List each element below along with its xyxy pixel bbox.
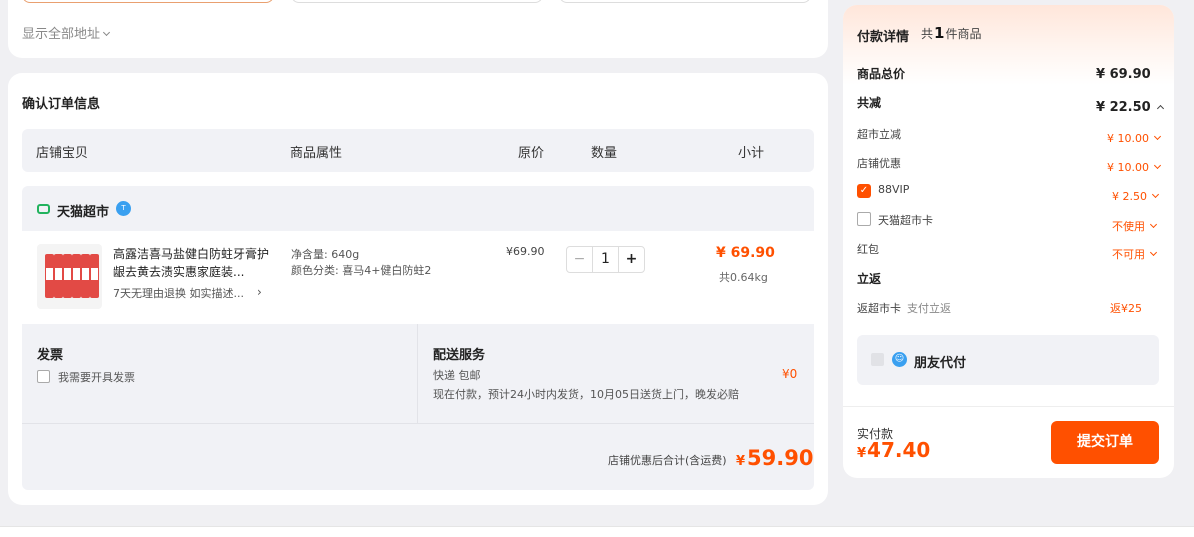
rebate-value: 返¥25	[1110, 302, 1142, 315]
item-weight: 共0.64kg	[719, 271, 768, 284]
chevron-right-icon[interactable]: ›	[257, 285, 262, 299]
discount-value: 不可用	[1112, 248, 1145, 261]
address-option[interactable]	[291, 0, 543, 3]
checkbox-checked-icon[interactable]: ✓	[857, 184, 871, 198]
address-card	[8, 0, 828, 58]
friend-pay-checkbox[interactable]	[871, 353, 884, 366]
invoice-option-label[interactable]: 我需要开具发票	[58, 369, 135, 385]
address-option[interactable]	[559, 0, 811, 3]
table-header	[22, 129, 814, 172]
payment-title: 付款详情	[857, 30, 910, 45]
chevron-down-icon	[102, 28, 111, 37]
discount-value: ¥ 10.00	[1107, 161, 1149, 174]
discount-label: 88VIP	[878, 183, 910, 196]
count-suffix: 件商品	[945, 27, 982, 41]
increase-button[interactable]: +	[618, 247, 644, 272]
goods-total-value: ¥ 69.90	[1096, 67, 1151, 82]
chevron-down-icon	[1153, 132, 1162, 141]
discount-label: 超市立减	[857, 128, 901, 141]
quantity-stepper: − 1 +	[566, 246, 645, 273]
reduce-toggle[interactable]: ¥ 22.50	[1096, 96, 1164, 115]
discount-card[interactable]: 不使用	[1112, 215, 1158, 234]
quantity-value[interactable]: 1	[593, 247, 618, 272]
item-count: 共1件商品	[921, 24, 981, 42]
friend-pay-label: 朋友代付	[914, 356, 967, 371]
divider	[417, 324, 418, 423]
discount-supermarket[interactable]: ¥ 10.00	[1107, 127, 1162, 146]
shop-total-value: 59.90	[747, 446, 814, 470]
currency-symbol: ¥	[736, 454, 746, 469]
rebate-label: 返超市卡	[857, 302, 901, 315]
submit-order-button[interactable]: 提交订单	[1051, 421, 1159, 464]
discount-value: ¥ 2.50	[1112, 190, 1147, 203]
header-shop-item: 店铺宝贝	[36, 146, 89, 161]
paid-amount-value: 47.40	[867, 438, 931, 462]
show-all-addresses-link[interactable]: 显示全部地址	[22, 23, 111, 42]
chevron-down-icon	[1151, 190, 1160, 199]
order-title: 确认订单信息	[22, 97, 101, 112]
chevron-down-icon	[1149, 248, 1158, 257]
attr-color: 颜色分类: 喜马4+健白防蛀2	[291, 264, 432, 277]
chevron-down-icon	[1153, 161, 1162, 170]
count-prefix: 共	[921, 27, 934, 41]
discount-88vip[interactable]: ¥ 2.50	[1112, 185, 1160, 204]
discount-label: 天猫超市卡	[878, 214, 933, 227]
currency-symbol: ¥	[857, 446, 867, 461]
service-tags: 7天无理由退换 如实描述...	[113, 287, 244, 300]
reduce-value: ¥ 22.50	[1096, 100, 1151, 115]
item-subtotal: ¥ 69.90	[716, 245, 775, 261]
product-title[interactable]: 高露洁喜马盐健白防蛀牙膏护龈去黄去渍实惠家庭装...	[113, 245, 273, 281]
discount-value: ¥ 10.00	[1107, 132, 1149, 145]
attr-net-content: 净含量: 640g	[291, 248, 360, 261]
discount-label: 店铺优惠	[857, 157, 901, 170]
card-checkbox[interactable]	[857, 212, 871, 226]
invoice-title: 发票	[37, 348, 64, 363]
shop-total: ¥59.90	[736, 446, 813, 470]
rebate-title: 立返	[857, 272, 882, 286]
original-price: ¥69.90	[506, 245, 545, 258]
reduce-label: 共减	[857, 96, 882, 110]
delivery-method: 快递 包邮	[433, 369, 481, 382]
friend-pay-icon: ☺	[892, 352, 907, 367]
discount-value: 不使用	[1112, 220, 1145, 233]
divider	[22, 423, 814, 424]
chevron-up-icon	[1156, 104, 1164, 113]
count-value: 1	[934, 24, 945, 42]
invoice-checkbox[interactable]	[37, 370, 50, 383]
delivery-title: 配送服务	[433, 348, 486, 363]
chevron-down-icon	[1149, 220, 1158, 229]
discount-label: 红包	[857, 243, 879, 256]
tmall-icon	[37, 204, 50, 214]
address-option-selected[interactable]	[22, 0, 274, 3]
header-attrs: 商品属性	[290, 146, 343, 161]
header-price: 原价	[518, 146, 545, 161]
discount-redpacket[interactable]: 不可用	[1112, 243, 1158, 262]
product-thumbnail[interactable]	[37, 244, 102, 309]
decrease-button[interactable]: −	[567, 247, 593, 272]
paid-amount: ¥47.40	[857, 438, 930, 462]
header-qty: 数量	[591, 146, 618, 161]
header-subtotal: 小计	[738, 146, 765, 161]
goods-total-label: 商品总价	[857, 67, 906, 81]
shop-badge-icon: T	[116, 201, 131, 216]
delivery-desc: 现在付款，预计24小时内发货，10月05日送货上门，晚发必赔	[433, 388, 739, 401]
delivery-fee: ¥0	[782, 367, 798, 381]
rebate-sub: 支付立返	[907, 302, 951, 315]
discount-shop[interactable]: ¥ 10.00	[1107, 156, 1162, 175]
footer-strip	[0, 527, 1194, 537]
shop-name[interactable]: 天猫超市	[57, 201, 109, 220]
show-all-label: 显示全部地址	[22, 27, 101, 42]
shop-total-label: 店铺优惠后合计(含运费)	[608, 454, 727, 467]
divider	[843, 406, 1174, 407]
